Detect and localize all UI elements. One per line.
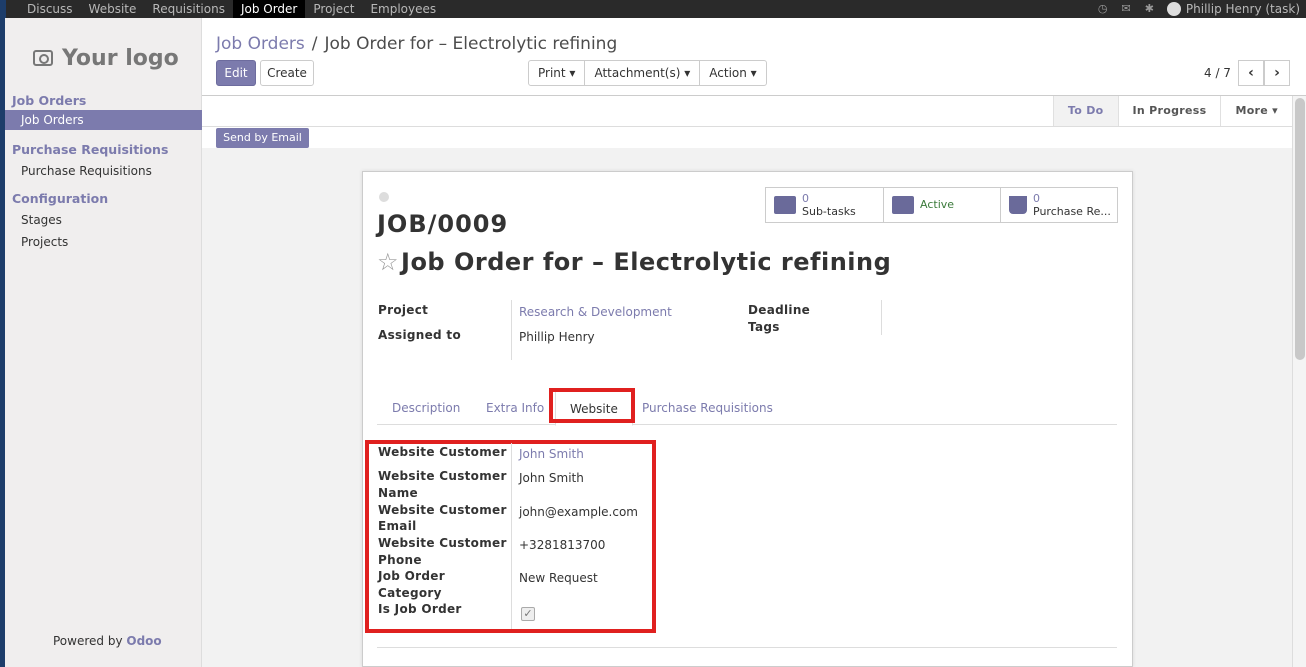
topbar-right: ◷ ✉ ✱ Phillip Henry (task)	[1091, 0, 1306, 18]
field-divider-right	[881, 300, 882, 335]
sidebar-item-purchase-requisitions[interactable]: Purchase Requisitions	[5, 161, 202, 181]
create-button[interactable]: Create	[260, 60, 314, 86]
tab-extra-info[interactable]: Extra Info	[472, 391, 558, 425]
project-value[interactable]: Research & Development	[519, 305, 672, 319]
is-job-order-label: Is Job Order	[378, 602, 462, 616]
tab-purchase-requisitions[interactable]: Purchase Requisitions	[628, 391, 787, 425]
avatar[interactable]	[1166, 2, 1181, 16]
job-order-category-label-1: Job Order	[378, 569, 445, 583]
field-divider	[511, 300, 512, 360]
smart-button-subtasks[interactable]: 0 Sub-tasks	[765, 187, 884, 223]
bug-icon[interactable]: ✱	[1145, 0, 1154, 18]
attachments-dropdown[interactable]: Attachment(s) ▾	[585, 61, 701, 85]
vertical-scrollbar[interactable]	[1292, 96, 1306, 667]
action-dropdown[interactable]: Action ▾	[700, 61, 765, 85]
sidebar-item-job-orders[interactable]: Job Orders	[5, 110, 202, 130]
sidebar-section-purchase-requisitions[interactable]: Purchase Requisitions	[12, 142, 168, 157]
website-customer-phone-label-1: Website Customer	[378, 536, 507, 550]
star-icon[interactable]: ☆	[377, 248, 399, 276]
website-customer-name-label-2: Name	[378, 486, 418, 500]
sidebar-section-configuration[interactable]: Configuration	[12, 191, 108, 206]
website-customer-label: Website Customer	[378, 445, 507, 459]
tasks-icon	[774, 196, 796, 214]
clock-icon[interactable]: ◷	[1098, 0, 1108, 18]
tags-label: Tags	[748, 320, 780, 334]
sidebar-item-projects[interactable]: Projects	[5, 232, 202, 252]
menu-employees[interactable]: Employees	[362, 0, 444, 18]
breadcrumb-parent[interactable]: Job Orders	[216, 34, 305, 54]
menu-requisitions[interactable]: Requisitions	[144, 0, 233, 18]
website-customer-phone-label-2: Phone	[378, 553, 422, 567]
stage-in-progress[interactable]: In Progress	[1117, 96, 1221, 126]
website-customer-phone-value[interactable]: +3281813700	[519, 538, 605, 552]
record-number: JOB/0009	[377, 210, 509, 238]
menu-website[interactable]: Website	[81, 0, 145, 18]
active-label: Active	[920, 198, 955, 211]
print-dropdown[interactable]: Print ▾	[529, 61, 586, 85]
pager-value[interactable]: 4 / 7	[1204, 66, 1231, 80]
breadcrumb: Job Orders / Job Order for – Electrolytic …	[216, 34, 617, 54]
job-order-category-label-2: Category	[378, 586, 442, 600]
menu-job-order[interactable]: Job Order	[232, 0, 306, 18]
subtasks-label: Sub-tasks	[802, 204, 856, 218]
pager-previous-button[interactable]: ‹	[1238, 60, 1264, 86]
pager-next-button[interactable]: ›	[1264, 60, 1290, 86]
breadcrumb-current: Job Order for – Electrolytic refining	[324, 34, 618, 54]
record-title-text: Job Order for – Electrolytic refining	[401, 248, 892, 276]
website-customer-name-value[interactable]: John Smith	[519, 471, 584, 485]
powered-prefix: Powered by	[53, 634, 123, 648]
menu-discuss[interactable]: Discuss	[19, 0, 81, 18]
smart-button-purchase-requisitions[interactable]: 0 Purchase Re...	[1000, 187, 1118, 223]
website-customer-email-label-1: Website Customer	[378, 503, 507, 517]
subtasks-count: 0	[802, 191, 809, 205]
website-customer-value[interactable]: John Smith	[519, 447, 584, 461]
stage-to-do[interactable]: To Do	[1052, 96, 1118, 126]
company-logo[interactable]: Your logo	[33, 43, 179, 73]
tab-highlight-box	[549, 388, 635, 423]
is-job-order-checkbox[interactable]: ✓	[521, 607, 535, 621]
edit-button[interactable]: Edit	[216, 60, 256, 86]
stage-bar: To Do In Progress More ▾	[1052, 96, 1292, 126]
breadcrumb-separator: /	[311, 34, 318, 54]
powered-by: Powered by Odoo	[53, 634, 162, 648]
stage-more-dropdown[interactable]: More ▾	[1220, 96, 1292, 126]
purchase-label: Purchase Re...	[1033, 204, 1111, 218]
job-order-category-value[interactable]: New Request	[519, 571, 598, 585]
cart-icon	[1009, 196, 1027, 214]
website-customer-email-label-2: Email	[378, 519, 417, 533]
bottom-divider	[377, 647, 1117, 648]
purchase-count: 0	[1033, 191, 1040, 205]
user-menu[interactable]: Phillip Henry (task)	[1186, 2, 1300, 16]
powered-brand[interactable]: Odoo	[126, 634, 161, 648]
logo-text: Your logo	[62, 45, 179, 71]
top-navbar: Discuss Website Requisitions Job Order P…	[0, 0, 1306, 18]
menu-project[interactable]: Project	[305, 0, 362, 18]
tab-description[interactable]: Description	[378, 391, 474, 425]
control-panel: Job Orders / Job Order for – Electrolytic …	[202, 18, 1306, 96]
sidebar-item-stages[interactable]: Stages	[5, 210, 202, 230]
assigned-to-label: Assigned to	[378, 328, 462, 342]
record-title: ☆ Job Order for – Electrolytic refining	[377, 248, 891, 276]
project-label: Project	[378, 303, 429, 317]
camera-icon	[33, 50, 53, 66]
website-customer-name-label-1: Website Customer	[378, 469, 507, 483]
left-edge-strip	[0, 0, 6, 18]
website-field-divider	[511, 443, 512, 629]
kanban-state-dot[interactable]	[379, 192, 389, 202]
form-statusbar: To Do In Progress More ▾	[202, 96, 1292, 127]
smart-button-active[interactable]: Active	[883, 187, 1001, 223]
form-sheet: JOB/0009 ☆ Job Order for – Electrolytic …	[362, 171, 1133, 667]
top-menu: Discuss Website Requisitions Job Order P…	[19, 0, 444, 18]
assigned-to-value[interactable]: Phillip Henry	[519, 330, 595, 344]
sidebar-actions: Print ▾ Attachment(s) ▾ Action ▾	[528, 60, 767, 86]
sidebar: Your logo Job Orders Job Orders Purchase…	[0, 18, 202, 667]
archive-icon	[892, 196, 914, 214]
send-by-email-button[interactable]: Send by Email	[216, 128, 309, 148]
notebook-tabs: Description Extra Info Website Purchase …	[377, 391, 1117, 426]
website-customer-email-value[interactable]: john@example.com	[519, 505, 638, 519]
deadline-label: Deadline	[748, 303, 811, 317]
scrollbar-thumb[interactable]	[1295, 98, 1305, 360]
chat-icon[interactable]: ✉	[1121, 0, 1130, 18]
sidebar-section-job-orders[interactable]: Job Orders	[12, 93, 86, 108]
